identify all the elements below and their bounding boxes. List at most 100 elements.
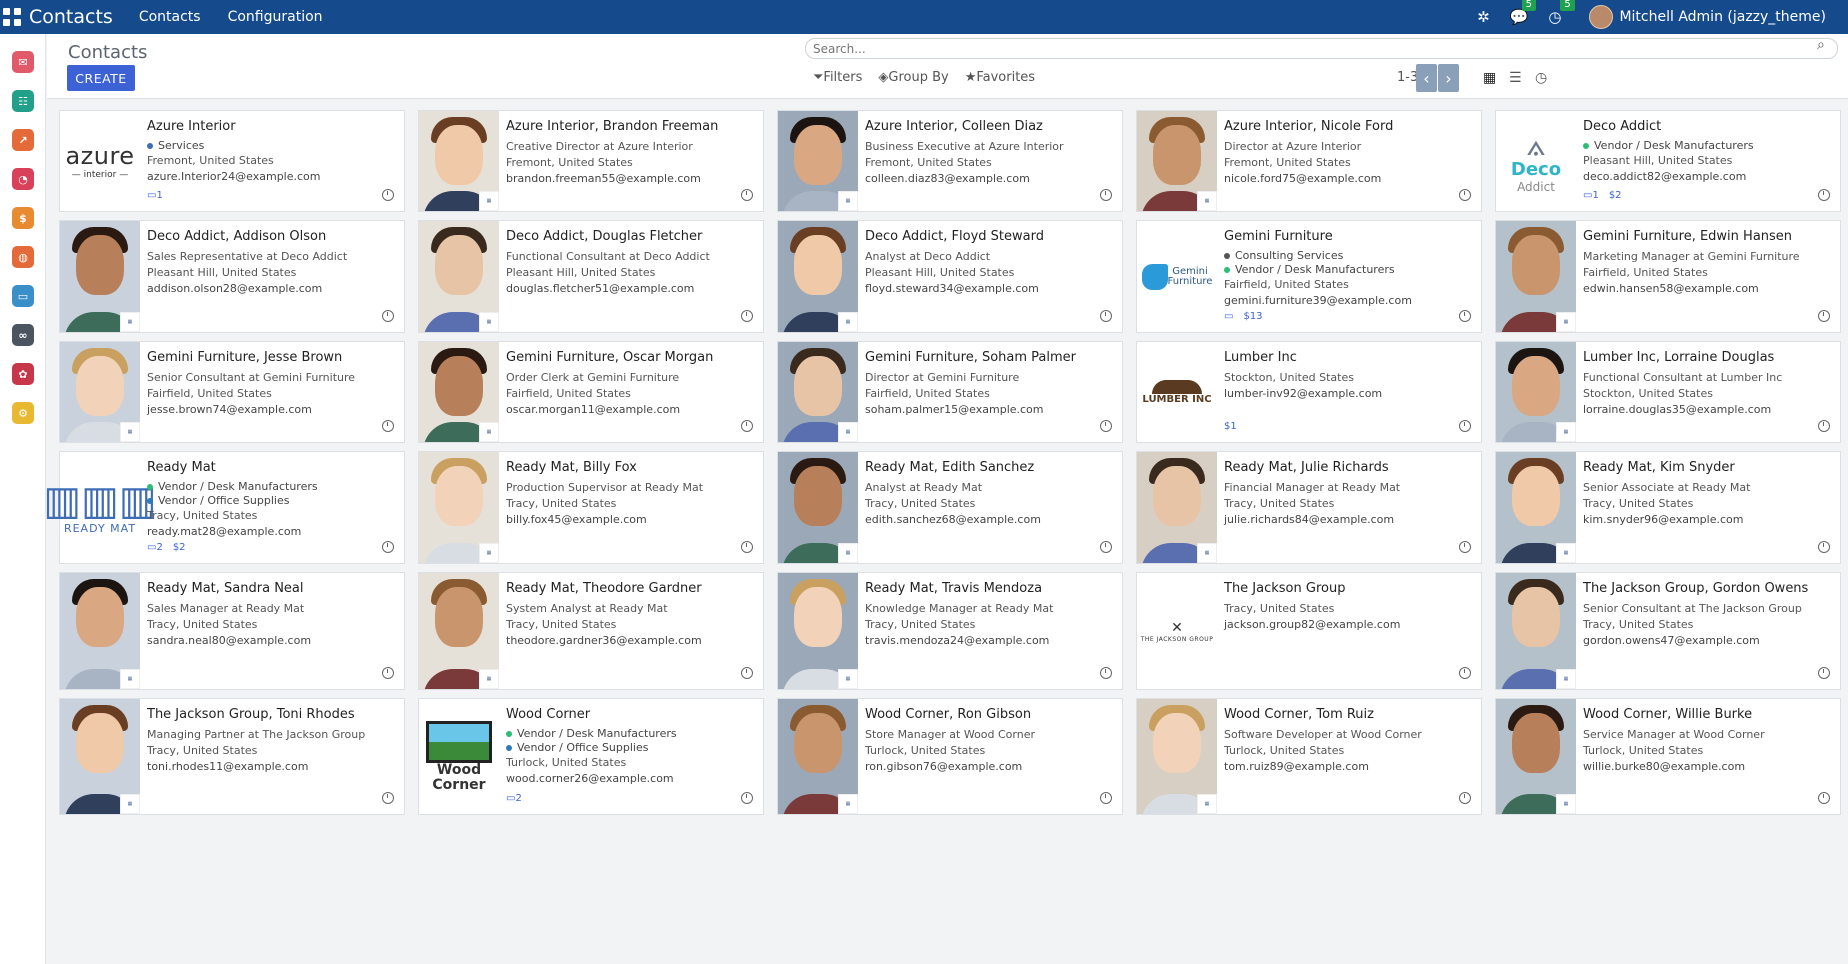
contact-card[interactable]: ▦ Wood Corner, Ron Gibson Store Manager at… — [777, 698, 1123, 815]
contact-card[interactable]: ▦ Azure Interior, Colleen Diaz Business Ex… — [777, 110, 1123, 212]
count-badge[interactable]: ▭ — [1224, 311, 1233, 322]
crm-app-icon[interactable]: ↗ — [12, 129, 34, 151]
filters-button[interactable]: ⏷Filters — [813, 70, 862, 85]
contact-card[interactable]: ▦ Ready Mat, Sandra Neal Sales Manager at … — [59, 572, 405, 690]
count-badge[interactable]: ▭2 — [147, 542, 163, 553]
pager-previous-button[interactable]: ‹ — [1416, 64, 1437, 92]
chat-icon[interactable]: 💬 5 — [1510, 0, 1537, 26]
contact-card[interactable]: ▦ Azure Interior, Nicole Ford Director at … — [1136, 110, 1482, 212]
contact-name[interactable]: Gemini Furniture, Oscar Morgan — [506, 350, 757, 366]
activity-clock-icon[interactable] — [382, 541, 394, 553]
activity-clock-icon[interactable] — [741, 541, 753, 553]
activity-clock-icon[interactable] — [1459, 420, 1471, 432]
menu-contacts[interactable]: Contacts — [139, 9, 201, 25]
activity-clock-icon[interactable] — [1818, 420, 1830, 432]
activity-clock-icon[interactable] — [1459, 310, 1471, 322]
contact-name[interactable]: Gemini Furniture — [1224, 229, 1475, 245]
count-badge[interactable]: $1 — [1224, 421, 1237, 432]
contact-name[interactable]: Wood Corner — [506, 707, 757, 723]
contact-card[interactable]: Wood Corner Wood Corner Vendor / Desk Manuf… — [418, 698, 764, 815]
contact-name[interactable]: Ready Mat, Theodore Gardner — [506, 581, 757, 597]
contact-name[interactable]: Gemini Furniture, Soham Palmer — [865, 350, 1116, 366]
contact-name[interactable]: The Jackson Group, Toni Rhodes — [147, 707, 398, 723]
payment-app-icon[interactable]: ▭ — [12, 285, 34, 307]
apps-app-icon[interactable]: ✿ — [12, 363, 34, 385]
contact-name[interactable]: Lumber Inc — [1224, 350, 1475, 366]
contact-card[interactable]: ▦ Azure Interior, Brandon Freeman Creative… — [418, 110, 764, 212]
activity-clock-icon[interactable] — [1100, 792, 1112, 804]
activity-clock-icon[interactable] — [382, 667, 394, 679]
search-icon[interactable]: ⌕ — [1817, 37, 1825, 53]
search-input[interactable] — [805, 38, 1838, 59]
contact-name[interactable]: Wood Corner, Willie Burke — [1583, 707, 1834, 723]
favorites-button[interactable]: ★Favorites — [965, 70, 1035, 85]
activity-clock-icon[interactable] — [1818, 310, 1830, 322]
contact-card[interactable]: ▦ Gemini Furniture, Edwin Hansen Marketing… — [1495, 220, 1841, 333]
app-menu-icon[interactable] — [2, 7, 22, 27]
count-badge[interactable]: ▭1 — [147, 190, 163, 201]
contact-name[interactable]: Gemini Furniture, Jesse Brown — [147, 350, 398, 366]
contact-name[interactable]: Ready Mat, Kim Snyder — [1583, 460, 1834, 476]
group-by-button[interactable]: ◈Group By — [878, 70, 948, 85]
contact-card[interactable]: ▦ Deco Addict, Addison Olson Sales Represe… — [59, 220, 405, 333]
activity-clock-icon[interactable] — [1459, 667, 1471, 679]
contact-name[interactable]: Azure Interior, Nicole Ford — [1224, 119, 1475, 135]
count-badge[interactable]: ▭1 — [1583, 190, 1599, 201]
activity-clock-icon[interactable] — [1818, 189, 1830, 201]
activity-clock-icon[interactable] — [382, 792, 394, 804]
activity-clock-icon[interactable] — [382, 310, 394, 322]
contact-card[interactable]: ▦ Ready Mat, Theodore Gardner System Analy… — [418, 572, 764, 690]
activity-clock-icon[interactable] — [1100, 310, 1112, 322]
website-app-icon[interactable]: ◍ — [12, 246, 34, 268]
count-badge[interactable]: $2 — [173, 542, 186, 553]
contact-name[interactable]: Gemini Furniture, Edwin Hansen — [1583, 229, 1834, 245]
contact-name[interactable]: Deco Addict, Addison Olson — [147, 229, 398, 245]
contact-card[interactable]: ▦ Gemini Furniture, Jesse Brown Senior Con… — [59, 341, 405, 443]
contact-card[interactable]: ▦ Wood Corner, Tom Ruiz Software Developer… — [1136, 698, 1482, 815]
contact-card[interactable]: ▦ Ready Mat, Billy Fox Production Supervis… — [418, 451, 764, 564]
activity-clock-icon[interactable] — [1100, 189, 1112, 201]
contact-card[interactable]: azure — interior — Azure Interior Services F… — [59, 110, 405, 212]
contact-name[interactable]: Deco Addict, Floyd Steward — [865, 229, 1116, 245]
activity-clock-icon[interactable] — [741, 189, 753, 201]
activity-clock-icon[interactable] — [1818, 667, 1830, 679]
count-badge[interactable]: ▭2 — [506, 793, 522, 804]
contact-card[interactable]: Gemini Furniture Gemini Furniture Consultin… — [1136, 220, 1482, 333]
activity-view-icon[interactable]: ◷ — [1535, 70, 1547, 86]
contact-name[interactable]: Deco Addict — [1583, 119, 1834, 135]
contact-card[interactable]: ▦ Ready Mat, Travis Mendoza Knowledge Mana… — [777, 572, 1123, 690]
activity-clock-icon[interactable] — [741, 310, 753, 322]
contact-card[interactable]: ▦ The Jackson Group, Gordon Owens Senior C… — [1495, 572, 1841, 690]
contact-name[interactable]: Wood Corner, Ron Gibson — [865, 707, 1116, 723]
settings-app-icon[interactable]: ⚙ — [12, 402, 34, 424]
activity-clock-icon[interactable] — [1818, 541, 1830, 553]
activity-clock-icon[interactable] — [741, 667, 753, 679]
pager-next-button[interactable]: › — [1438, 64, 1459, 92]
activity-clock-icon[interactable] — [1100, 667, 1112, 679]
contact-card[interactable]: ▦ Wood Corner, Willie Burke Service Manage… — [1495, 698, 1841, 815]
count-badge[interactable]: $13 — [1243, 311, 1262, 322]
app-name[interactable]: Contacts — [29, 6, 113, 28]
contact-card[interactable]: ▦ Ready Mat, Kim Snyder Senior Associate a… — [1495, 451, 1841, 564]
contact-card[interactable]: ▦ Gemini Furniture, Soham Palmer Director … — [777, 341, 1123, 443]
contact-name[interactable]: Ready Mat — [147, 460, 398, 476]
count-badge[interactable]: $2 — [1609, 190, 1622, 201]
bug-icon[interactable]: ✲ — [1477, 8, 1490, 26]
contact-card[interactable]: ▦ Lumber Inc, Lorraine Douglas Functional … — [1495, 341, 1841, 443]
dashboard-app-icon[interactable]: ◔ — [12, 168, 34, 190]
discuss-app-icon[interactable]: ✉ — [12, 51, 34, 73]
contact-name[interactable]: Azure Interior, Brandon Freeman — [506, 119, 757, 135]
contact-name[interactable]: Lumber Inc, Lorraine Douglas — [1583, 350, 1834, 366]
activity-clock-icon[interactable] — [382, 420, 394, 432]
contact-name[interactable]: The Jackson Group — [1224, 581, 1475, 597]
contact-card[interactable]: ⟑ Deco Addict Deco Addict Vendor / Desk Manu… — [1495, 110, 1841, 212]
activity-clock-icon[interactable]: ◷ 5 — [1548, 0, 1575, 26]
activity-clock-icon[interactable] — [1818, 792, 1830, 804]
activity-clock-icon[interactable] — [1459, 541, 1471, 553]
contact-card[interactable]: ▦ Gemini Furniture, Oscar Morgan Order Cle… — [418, 341, 764, 443]
contact-card[interactable]: ▦ The Jackson Group, Toni Rhodes Managing … — [59, 698, 405, 815]
contact-name[interactable]: The Jackson Group, Gordon Owens — [1583, 581, 1834, 597]
contact-card[interactable]: ▦ Deco Addict, Douglas Fletcher Functional… — [418, 220, 764, 333]
create-button[interactable]: CREATE — [67, 65, 135, 91]
user-menu[interactable]: Mitchell Admin (jazzy_theme) — [1589, 5, 1826, 29]
